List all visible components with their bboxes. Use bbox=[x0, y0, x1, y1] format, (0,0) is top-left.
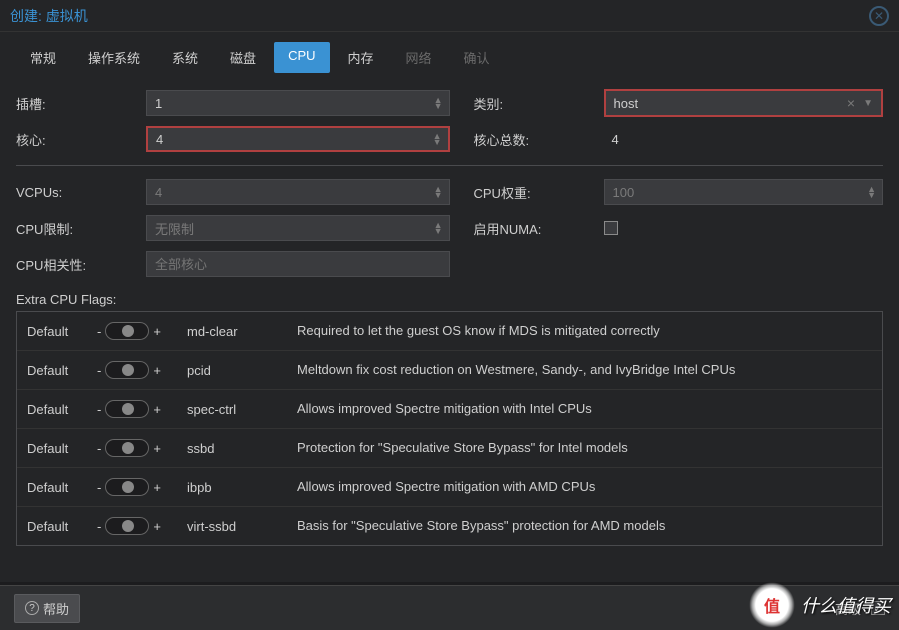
cpu-limit-label: CPU限制: bbox=[16, 219, 146, 238]
help-label: 帮助 bbox=[43, 599, 69, 618]
spinner-icon[interactable]: ▲▼ bbox=[433, 133, 442, 145]
tab-磁盘[interactable]: 磁盘 bbox=[216, 42, 270, 73]
flag-default-label: Default bbox=[27, 324, 97, 339]
sockets-field[interactable]: ▲▼ bbox=[146, 90, 450, 116]
flag-row: Default-+virt-ssbdBasis for "Speculative… bbox=[17, 507, 882, 546]
flag-tristate[interactable]: -+ bbox=[97, 478, 187, 496]
flag-default-label: Default bbox=[27, 519, 97, 534]
total-cores-value: 4 bbox=[604, 132, 619, 147]
flag-default-label: Default bbox=[27, 363, 97, 378]
cores-field[interactable]: ▲▼ bbox=[146, 126, 450, 152]
flag-description: Basis for "Speculative Store Bypass" pro… bbox=[297, 518, 872, 535]
flag-tristate[interactable]: -+ bbox=[97, 517, 187, 535]
total-cores-label: 核心总数: bbox=[474, 130, 604, 149]
flag-description: Allows improved Spectre mitigation with … bbox=[297, 401, 872, 418]
question-icon: ? bbox=[25, 601, 39, 615]
sockets-input[interactable] bbox=[155, 96, 441, 111]
flag-name: virt-ssbd bbox=[187, 519, 297, 534]
flag-name: md-clear bbox=[187, 324, 297, 339]
vcpus-value: 4 bbox=[155, 185, 162, 200]
cpu-limit-field[interactable]: 无限制 ▲▼ bbox=[146, 215, 450, 241]
flag-name: spec-ctrl bbox=[187, 402, 297, 417]
flag-description: Allows improved Spectre mitigation with … bbox=[297, 479, 872, 496]
sockets-label: 插槽: bbox=[16, 94, 146, 113]
dialog-title: 创建: 虚拟机 bbox=[10, 6, 88, 26]
flag-row: Default-+ssbdProtection for "Speculative… bbox=[17, 429, 882, 468]
spinner-icon[interactable]: ▲▼ bbox=[867, 186, 876, 198]
tab-常规[interactable]: 常规 bbox=[16, 42, 70, 73]
flag-name: ssbd bbox=[187, 441, 297, 456]
chevron-down-icon[interactable]: ▼ bbox=[863, 98, 873, 109]
advanced-label: 高级 bbox=[835, 599, 861, 618]
cpu-weight-field[interactable]: 100 ▲▼ bbox=[604, 179, 884, 205]
tab-内存[interactable]: 内存 bbox=[334, 42, 388, 73]
flag-tristate[interactable]: -+ bbox=[97, 439, 187, 457]
flag-tristate[interactable]: -+ bbox=[97, 322, 187, 340]
cpu-affinity-field[interactable] bbox=[146, 251, 450, 277]
cpu-type-select[interactable]: host × ▼ bbox=[604, 89, 884, 117]
spinner-icon[interactable]: ▲▼ bbox=[434, 186, 443, 198]
flag-row: Default-+spec-ctrlAllows improved Spectr… bbox=[17, 390, 882, 429]
flag-name: ibpb bbox=[187, 480, 297, 495]
cpu-flags-list[interactable]: Default-+md-clearRequired to let the gue… bbox=[16, 311, 883, 546]
type-label: 类别: bbox=[474, 94, 604, 113]
tab-操作系统[interactable]: 操作系统 bbox=[74, 42, 154, 73]
flag-row: Default-+ibpbAllows improved Spectre mit… bbox=[17, 468, 882, 507]
tab-确认: 确认 bbox=[450, 42, 504, 73]
advanced-checkbox[interactable]: ✓ bbox=[871, 601, 885, 615]
flag-row: Default-+md-clearRequired to let the gue… bbox=[17, 312, 882, 351]
cores-input[interactable] bbox=[156, 132, 440, 147]
cpu-type-value: host bbox=[614, 96, 639, 111]
tab-系统[interactable]: 系统 bbox=[158, 42, 212, 73]
close-icon[interactable]: ✕ bbox=[869, 6, 889, 26]
numa-label: 启用NUMA: bbox=[474, 219, 604, 238]
extra-cpu-flags-title: Extra CPU Flags: bbox=[16, 292, 883, 307]
numa-checkbox[interactable] bbox=[604, 221, 618, 235]
flag-default-label: Default bbox=[27, 480, 97, 495]
flag-default-label: Default bbox=[27, 441, 97, 456]
flag-row: Default-+pcidMeltdown fix cost reduction… bbox=[17, 351, 882, 390]
spinner-icon[interactable]: ▲▼ bbox=[434, 222, 443, 234]
help-button[interactable]: ? 帮助 bbox=[14, 594, 80, 623]
flag-description: Required to let the guest OS know if MDS… bbox=[297, 323, 872, 340]
cpu-affinity-input[interactable] bbox=[155, 257, 441, 272]
flag-name: pcid bbox=[187, 363, 297, 378]
tab-bar: 常规操作系统系统磁盘CPU内存网络确认 bbox=[0, 32, 899, 77]
vcpus-label: VCPUs: bbox=[16, 185, 146, 200]
clear-icon[interactable]: × bbox=[847, 95, 855, 111]
cpu-weight-label: CPU权重: bbox=[474, 183, 604, 202]
flag-tristate[interactable]: -+ bbox=[97, 361, 187, 379]
tab-网络: 网络 bbox=[392, 42, 446, 73]
vcpus-field[interactable]: 4 ▲▼ bbox=[146, 179, 450, 205]
tab-CPU[interactable]: CPU bbox=[274, 42, 329, 73]
cpu-affinity-label: CPU相关性: bbox=[16, 255, 146, 274]
cores-label: 核心: bbox=[16, 130, 146, 149]
spinner-icon[interactable]: ▲▼ bbox=[434, 97, 443, 109]
flag-default-label: Default bbox=[27, 402, 97, 417]
flag-tristate[interactable]: -+ bbox=[97, 400, 187, 418]
cpu-limit-value: 无限制 bbox=[155, 219, 194, 238]
flag-description: Protection for "Speculative Store Bypass… bbox=[297, 440, 872, 457]
flag-description: Meltdown fix cost reduction on Westmere,… bbox=[297, 362, 872, 379]
cpu-weight-value: 100 bbox=[613, 185, 635, 200]
